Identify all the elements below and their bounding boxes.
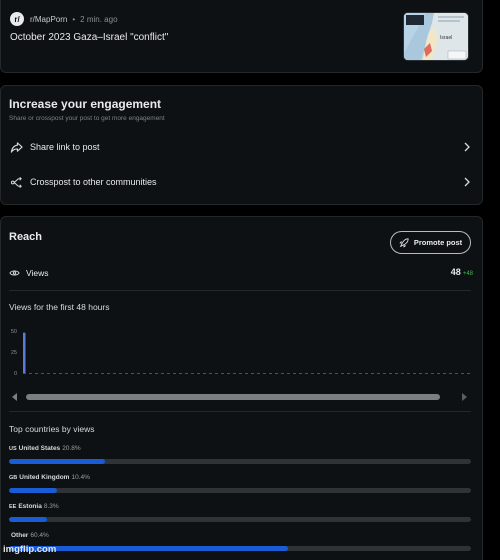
divider [9, 411, 471, 412]
thumbnail-label: Israel [440, 35, 452, 41]
y-tick-label: 50 [11, 329, 17, 335]
post-card[interactable]: r/ r/MapPorn • 2 min. ago October 2023 G… [0, 0, 483, 73]
country-code: GB [9, 475, 18, 481]
scroll-right-arrow-icon[interactable] [460, 393, 468, 401]
chart-scrollbar[interactable] [9, 391, 471, 403]
country-code: EE [9, 504, 17, 510]
post-title[interactable]: October 2023 Gaza–Israel "conflict" [10, 32, 168, 43]
country-bar-fill [9, 488, 58, 493]
views-chart: 50 25 0 [11, 329, 471, 377]
country-name: United States [18, 445, 61, 452]
scroll-left-arrow-icon[interactable] [11, 393, 19, 401]
country-code: US [9, 446, 17, 452]
views-label: Views [26, 268, 49, 278]
meta-separator: • [72, 14, 76, 24]
country-row: EE Estonia 8.3% [9, 503, 471, 525]
chevron-right-icon [464, 142, 470, 152]
chevron-right-icon [464, 177, 470, 187]
scrollbar-thumb[interactable] [26, 394, 440, 400]
subreddit-avatar-icon[interactable]: r/ [10, 12, 24, 26]
y-tick-label: 25 [11, 350, 17, 356]
y-tick-label: 0 [14, 371, 17, 377]
views-count-value: 48 [450, 267, 461, 277]
views-count: 48 +48 [451, 267, 473, 277]
country-name: Estonia [18, 503, 42, 510]
promote-post-button[interactable]: Promote post [390, 231, 471, 254]
post-thumbnail[interactable]: Israel [403, 12, 469, 61]
country-percent: 8.3% [43, 503, 59, 510]
country-line: EE Estonia 8.3% [9, 503, 471, 510]
chart-bar[interactable] [23, 332, 26, 373]
country-row: US United States 20.8% [9, 445, 471, 467]
crosspost-icon [9, 175, 23, 189]
crosspost-row[interactable]: Crosspost to other communities [9, 173, 473, 191]
country-row: Other 60.4% [9, 532, 471, 554]
post-meta: r/ r/MapPorn • 2 min. ago [10, 12, 118, 26]
country-bar-track [9, 488, 471, 493]
top-countries-title: Top countries by views [9, 424, 95, 434]
country-bar-track [9, 517, 471, 522]
promote-post-label: Promote post [413, 238, 463, 247]
country-line: GB United Kingdom 10.4% [9, 474, 471, 481]
country-bar-track [9, 459, 471, 464]
share-link-row[interactable]: Share link to post [9, 138, 473, 156]
country-percent: 20.8% [62, 445, 81, 452]
post-time: 2 min. ago [80, 14, 118, 24]
country-name: Other [11, 532, 29, 539]
country-line: Other 60.4% [9, 532, 471, 539]
chart-title: Views for the first 48 hours [9, 302, 110, 312]
subreddit-name[interactable]: r/MapPorn [30, 15, 67, 24]
country-bar-track [9, 546, 471, 551]
reach-title: Reach [9, 231, 43, 243]
engagement-subtitle: Share or crosspost your post to get more… [9, 115, 165, 122]
views-delta: +48 [462, 271, 473, 277]
eye-icon [9, 270, 20, 276]
share-icon [9, 140, 23, 154]
country-bar-fill [9, 517, 48, 522]
watermark: imgflip.com [3, 544, 57, 555]
rocket-icon [399, 237, 409, 248]
divider [9, 290, 471, 291]
engagement-title: Increase your engagement [9, 97, 162, 111]
reach-card: Reach Promote post Views 48 +48 Views for… [0, 216, 483, 560]
engagement-card: Increase your engagement Share or crossp… [0, 85, 483, 205]
views-row: Views 48 +48 [9, 266, 473, 280]
country-row: GB United Kingdom 10.4% [9, 474, 471, 496]
country-name: United Kingdom [19, 474, 70, 481]
share-link-label: Share link to post [30, 142, 100, 152]
country-percent: 60.4% [30, 532, 49, 539]
country-bar-fill [9, 459, 106, 464]
country-line: US United States 20.8% [9, 445, 471, 452]
crosspost-label: Crosspost to other communities [30, 177, 157, 187]
country-percent: 10.4% [71, 474, 90, 481]
